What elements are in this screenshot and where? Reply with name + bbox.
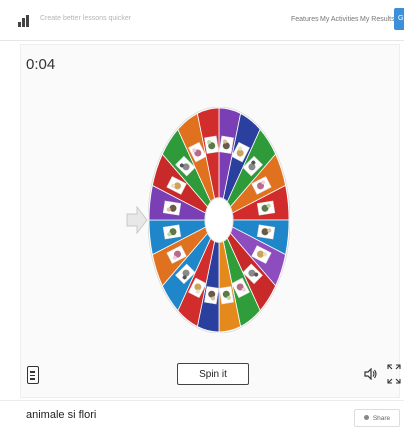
segment-picture <box>218 286 234 305</box>
timer: 0:04 <box>26 56 56 73</box>
segment-picture <box>162 224 182 240</box>
nav-my-results[interactable]: My Results <box>360 16 395 23</box>
segment-picture <box>256 224 276 240</box>
nav-features[interactable]: Features <box>291 16 319 23</box>
segment-picture <box>204 286 220 305</box>
segment-picture <box>256 200 276 216</box>
sound-icon[interactable] <box>364 368 378 380</box>
wheel-hub <box>204 197 234 243</box>
activity-title: animale si flori <box>26 409 97 421</box>
spinner-wheel[interactable] <box>148 107 290 333</box>
logo-icon[interactable] <box>18 15 32 27</box>
segment-picture <box>218 135 234 154</box>
corner-button[interactable]: Gi <box>394 8 404 30</box>
top-bar: Create better lessons quicker Features M… <box>0 0 404 41</box>
user-icon <box>363 415 369 421</box>
spin-button[interactable]: Spin it <box>177 363 249 385</box>
share-label: Share <box>372 414 391 422</box>
share-button[interactable]: Share <box>354 409 400 427</box>
nav-my-activities[interactable]: My Activities <box>320 16 359 23</box>
tagline: Create better lessons quicker <box>40 15 132 22</box>
segment-picture <box>162 200 182 216</box>
fullscreen-icon[interactable] <box>387 364 401 384</box>
wheel-pointer-icon <box>126 206 148 234</box>
segment-picture <box>204 135 220 154</box>
menu-icon[interactable] <box>27 366 39 384</box>
